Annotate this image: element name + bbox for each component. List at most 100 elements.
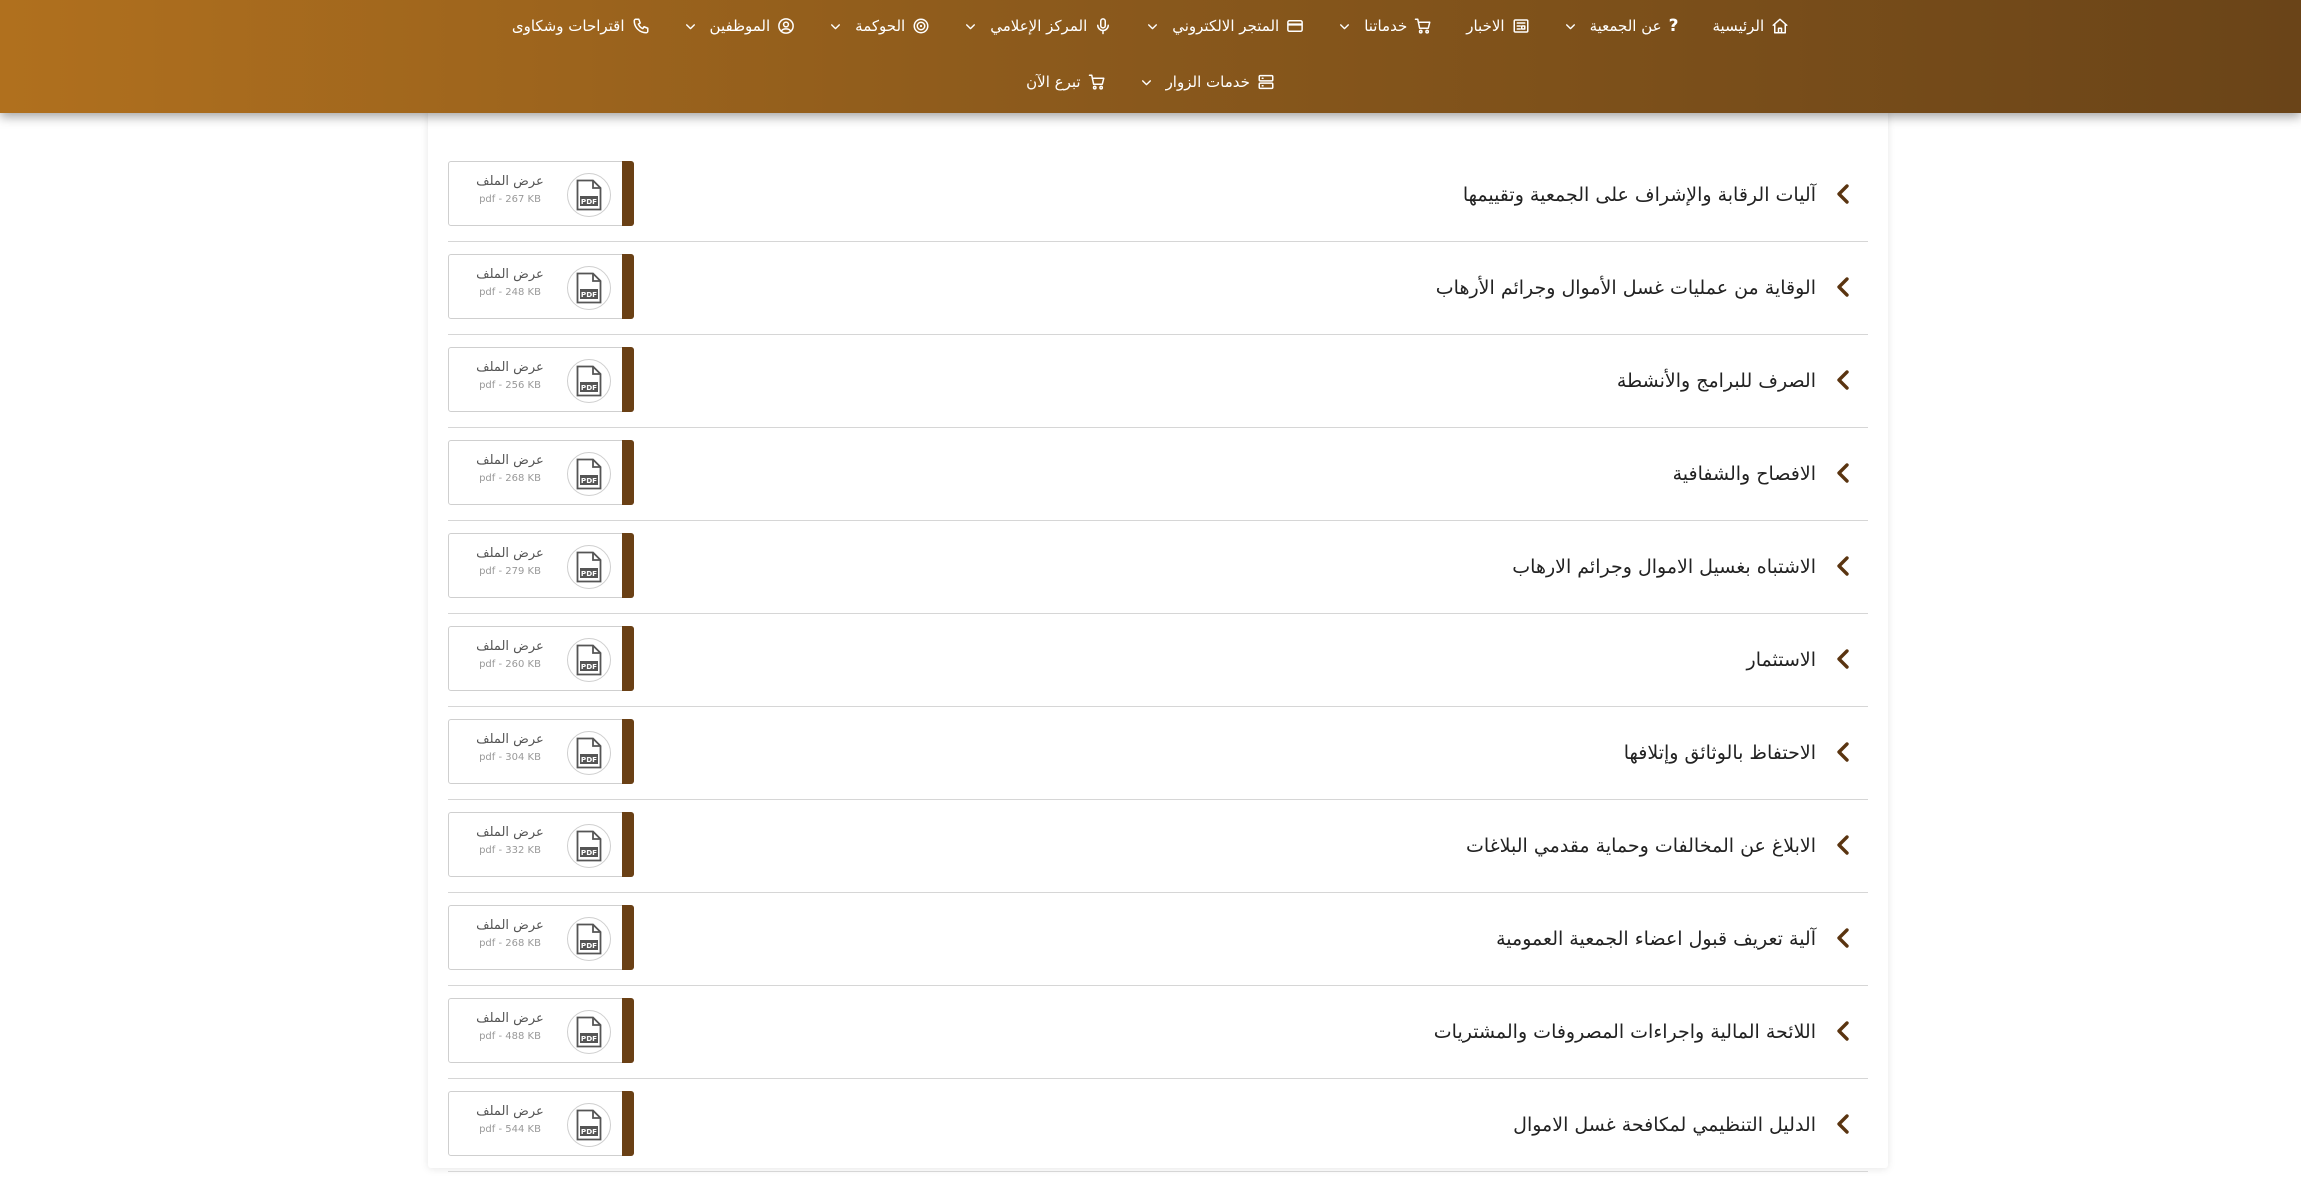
pdf-file-icon: PDF: [567, 638, 611, 682]
chevron-left-icon[interactable]: [1832, 554, 1856, 578]
file-accent-bar: [622, 254, 634, 319]
nav-item-visitors[interactable]: خدمات الزوار: [1140, 73, 1275, 91]
credit-card-icon: [1286, 17, 1304, 35]
file-accent-bar: [622, 533, 634, 598]
document-title[interactable]: الدليل التنظيمي لمكافحة غسل الاموال: [1513, 1078, 1816, 1171]
nav-item-news[interactable]: الاخبار: [1466, 17, 1529, 35]
file-view-label: عرض الملف: [476, 174, 544, 189]
document-row: الصرف للبرامج والأنشطة PDF عرض الملف pdf…: [448, 334, 1868, 428]
document-title[interactable]: الافصاح والشفافية: [1673, 427, 1816, 520]
svg-text:PDF: PDF: [581, 197, 597, 206]
document-title[interactable]: الاحتفاظ بالوثائق وإتلافها: [1624, 706, 1816, 799]
pdf-file-icon: PDF: [567, 545, 611, 589]
file-accent-bar: [622, 161, 634, 226]
file-view-label: عرض الملف: [476, 732, 544, 747]
file-view-label: عرض الملف: [476, 639, 544, 654]
file-meta: pdf - 260 KB: [479, 659, 541, 670]
file-meta: pdf - 256 KB: [479, 380, 541, 391]
file-view-button[interactable]: PDF عرض الملف pdf - 332 KB: [448, 812, 634, 877]
file-meta: pdf - 304 KB: [479, 752, 541, 763]
user-circle-icon: [777, 17, 795, 35]
nav-item-estore[interactable]: المتجر الالكتروني: [1146, 17, 1304, 35]
chevron-left-icon[interactable]: [1832, 275, 1856, 299]
chevron-down-icon: [966, 23, 976, 29]
svg-text:PDF: PDF: [581, 755, 597, 764]
nav-item-employees[interactable]: الموظفين: [684, 17, 796, 35]
nav-item-label: اقتراحات وشكاوى: [511, 17, 625, 35]
nav-item-about[interactable]: ? عن الجمعية: [1564, 16, 1679, 36]
document-title[interactable]: الابلاغ عن المخالفات وحماية مقدمي البلاغ…: [1466, 799, 1816, 892]
document-title[interactable]: الاستثمار: [1747, 613, 1816, 706]
chevron-left-icon[interactable]: [1832, 1112, 1856, 1136]
document-row: الاحتفاظ بالوثائق وإتلافها PDF عرض الملف…: [448, 706, 1868, 800]
file-view-button[interactable]: PDF عرض الملف pdf - 279 KB: [448, 533, 634, 598]
nav-item-governance[interactable]: الحوكمة: [829, 17, 930, 35]
chevron-down-icon: [831, 23, 841, 29]
cart-icon: [1088, 73, 1106, 91]
file-meta: pdf - 279 KB: [479, 566, 541, 577]
microphone-icon: [1094, 17, 1112, 35]
chevron-left-icon[interactable]: [1832, 647, 1856, 671]
file-accent-bar: [622, 440, 634, 505]
document-title[interactable]: الصرف للبرامج والأنشطة: [1617, 334, 1816, 427]
site-header: الرئيسية ? عن الجمعية الاخبار خدماتنا المتجر …: [0, 0, 2301, 113]
chevron-down-icon: [1141, 79, 1151, 85]
file-meta: pdf - 488 KB: [479, 1031, 541, 1042]
server-icon: [1257, 73, 1275, 91]
chevron-left-icon[interactable]: [1832, 833, 1856, 857]
svg-text:PDF: PDF: [581, 476, 597, 485]
nav-item-label: الحوكمة: [855, 17, 906, 35]
target-icon: [912, 17, 930, 35]
document-row: الاستثمار PDF عرض الملف pdf - 260 KB: [448, 613, 1868, 707]
nav-item-donate[interactable]: تبرع الآن: [1026, 73, 1105, 91]
document-row: الاشتباه بغسيل الاموال وجرائم الارهاب PD…: [448, 520, 1868, 614]
document-row: الافصاح والشفافية PDF عرض الملف pdf - 26…: [448, 427, 1868, 521]
question-icon: ?: [1668, 16, 1679, 36]
file-view-button[interactable]: PDF عرض الملف pdf - 267 KB: [448, 161, 634, 226]
file-accent-bar: [622, 812, 634, 877]
chevron-left-icon[interactable]: [1832, 1019, 1856, 1043]
file-view-button[interactable]: PDF عرض الملف pdf - 260 KB: [448, 626, 634, 691]
pdf-file-icon: PDF: [567, 731, 611, 775]
chevron-left-icon[interactable]: [1832, 461, 1856, 485]
chevron-down-icon: [1565, 23, 1575, 29]
file-view-button[interactable]: PDF عرض الملف pdf - 304 KB: [448, 719, 634, 784]
document-title[interactable]: آليات الرقابة والإشراف على الجمعية وتقيي…: [1463, 148, 1816, 241]
nav-item-label: تبرع الآن: [1026, 73, 1081, 91]
document-row: آليات الرقابة والإشراف على الجمعية وتقيي…: [448, 148, 1868, 242]
pdf-file-icon: PDF: [567, 824, 611, 868]
file-accent-bar: [622, 905, 634, 970]
document-row: اللائحة المالية واجراءات المصروفات والمش…: [448, 985, 1868, 1079]
chevron-left-icon[interactable]: [1832, 182, 1856, 206]
nav-item-label: خدماتنا: [1364, 17, 1408, 35]
nav-item-label: الاخبار: [1466, 17, 1505, 35]
file-accent-bar: [622, 626, 634, 691]
home-icon: [1771, 17, 1789, 35]
file-view-button[interactable]: PDF عرض الملف pdf - 248 KB: [448, 254, 634, 319]
nav-item-services[interactable]: خدماتنا: [1338, 17, 1432, 35]
nav-item-media[interactable]: المركز الإعلامي: [964, 17, 1112, 35]
file-meta: pdf - 268 KB: [479, 938, 541, 949]
document-title[interactable]: الاشتباه بغسيل الاموال وجرائم الارهاب: [1512, 520, 1816, 613]
chevron-left-icon[interactable]: [1832, 926, 1856, 950]
document-title[interactable]: آلية تعريف قبول اعضاء الجمعية العمومية: [1496, 892, 1816, 985]
document-row: الوقاية من عمليات غسل الأموال وجرائم الأ…: [448, 241, 1868, 335]
nav-item-suggestions[interactable]: اقتراحات وشكاوى: [512, 17, 650, 35]
file-view-button[interactable]: PDF عرض الملف pdf - 544 KB: [448, 1091, 634, 1156]
file-view-button[interactable]: PDF عرض الملف pdf - 268 KB: [448, 440, 634, 505]
chevron-left-icon[interactable]: [1832, 740, 1856, 764]
chevron-left-icon[interactable]: [1832, 368, 1856, 392]
document-row: آلية تعريف قبول اعضاء الجمعية العمومية P…: [448, 892, 1868, 986]
nav-item-label: خدمات الزوار: [1165, 73, 1250, 91]
svg-text:PDF: PDF: [581, 290, 597, 299]
file-view-button[interactable]: PDF عرض الملف pdf - 488 KB: [448, 998, 634, 1063]
file-view-button[interactable]: PDF عرض الملف pdf - 256 KB: [448, 347, 634, 412]
file-view-button[interactable]: PDF عرض الملف pdf - 268 KB: [448, 905, 634, 970]
file-view-label: عرض الملف: [476, 546, 544, 561]
file-view-label: عرض الملف: [476, 267, 544, 282]
document-title[interactable]: اللائحة المالية واجراءات المصروفات والمش…: [1434, 985, 1816, 1078]
document-title[interactable]: الوقاية من عمليات غسل الأموال وجرائم الأ…: [1436, 241, 1816, 334]
pdf-file-icon: PDF: [567, 1010, 611, 1054]
nav-item-home[interactable]: الرئيسية: [1713, 17, 1790, 35]
file-accent-bar: [622, 347, 634, 412]
